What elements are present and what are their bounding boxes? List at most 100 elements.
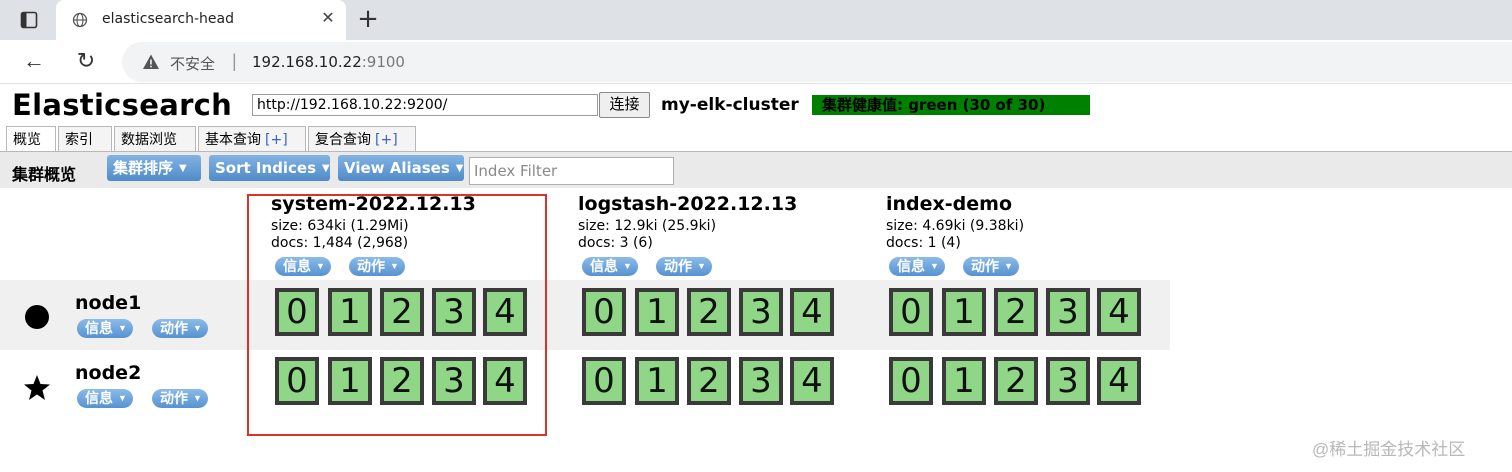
tab-label: 数据浏览 [121, 131, 177, 147]
shard-box[interactable]: 0 [582, 288, 626, 336]
shard-box[interactable]: 3 [1046, 288, 1090, 336]
node-info-button[interactable]: 信息 ▼ [77, 319, 133, 338]
url-host: 192.168.10.22 [252, 53, 362, 71]
warning-icon[interactable] [142, 53, 160, 71]
globe-icon [72, 12, 88, 28]
browser-toolbar: ← ↻ 不安全 | 192.168.10.22:9100 [0, 40, 1512, 84]
index-name: logstash-2022.12.13 [578, 193, 798, 215]
sort-cluster-label: 集群排序 [113, 159, 174, 177]
index-info-button[interactable]: 信息 ▼ [582, 257, 638, 276]
url-port: :9100 [361, 53, 405, 71]
shard-box[interactable]: 0 [582, 357, 626, 405]
caret-down-icon: ▼ [179, 163, 187, 174]
info-label: 信息 [85, 320, 113, 336]
tab-label: 概览 [13, 131, 41, 147]
caret-down-icon: ▼ [316, 261, 325, 271]
shard-box[interactable]: 2 [380, 357, 424, 405]
shard-box[interactable]: 1 [635, 357, 679, 405]
shard-box[interactable]: 0 [889, 288, 933, 336]
sort-cluster-button[interactable]: 集群排序 ▼ [107, 155, 201, 181]
tab-indices[interactable]: 索引 [58, 126, 112, 152]
shard-box[interactable]: 2 [380, 288, 424, 336]
info-label: 信息 [897, 258, 925, 274]
shard-box[interactable]: 4 [1097, 288, 1141, 336]
connect-url-input[interactable] [252, 94, 598, 116]
index-action-button[interactable]: 动作 ▼ [656, 257, 712, 276]
shard-box[interactable]: 0 [889, 357, 933, 405]
index-action-button[interactable]: 动作 ▼ [349, 257, 405, 276]
tab-label: 索引 [65, 131, 93, 147]
address-bar[interactable]: 不安全 | 192.168.10.22:9100 [122, 42, 1512, 82]
info-label: 信息 [85, 390, 113, 406]
browser-tab-strip: elasticsearch-head ✕ + [0, 0, 1512, 40]
caret-down-icon: ▼ [623, 261, 632, 271]
shard-box[interactable]: 3 [432, 357, 476, 405]
reload-button[interactable]: ↻ [72, 48, 100, 76]
shard-box[interactable]: 4 [1097, 357, 1141, 405]
shard-box[interactable]: 3 [432, 288, 476, 336]
caret-down-icon: ▼ [930, 261, 939, 271]
action-label: 动作 [160, 390, 188, 406]
new-tab-button[interactable]: + [354, 6, 382, 34]
view-aliases-label: View Aliases [344, 159, 450, 177]
tab-label: 基本查询 [205, 131, 261, 147]
node-name: node2 [75, 362, 142, 384]
index-action-button[interactable]: 动作 ▼ [963, 257, 1019, 276]
action-label: 动作 [664, 258, 692, 274]
index-filter-input[interactable] [469, 157, 674, 185]
caret-down-icon: ▼ [697, 261, 706, 271]
connect-button[interactable]: 连接 [599, 92, 650, 118]
node-info-button[interactable]: 信息 ▼ [77, 389, 133, 408]
shard-box[interactable]: 1 [635, 288, 679, 336]
shard-box[interactable]: 4 [790, 357, 834, 405]
shard-box[interactable]: 3 [739, 288, 783, 336]
cluster-health-badge: 集群健康值: green (30 of 30) [812, 95, 1090, 115]
shard-box[interactable]: 3 [739, 357, 783, 405]
index-info-button[interactable]: 信息 ▼ [889, 257, 945, 276]
watermark: @稀土掘金技术社区 [1312, 440, 1466, 459]
shard-box[interactable]: 4 [790, 288, 834, 336]
action-label: 动作 [971, 258, 999, 274]
shard-box[interactable]: 0 [275, 357, 319, 405]
shard-box[interactable]: 1 [942, 288, 986, 336]
tab-plus[interactable]: [+] [375, 132, 398, 148]
tab-overview[interactable]: 概览 [6, 126, 56, 153]
back-button[interactable]: ← [20, 48, 48, 76]
not-secure-label: 不安全 [170, 56, 216, 73]
shard-box[interactable]: 4 [483, 288, 527, 336]
index-name: system-2022.12.13 [271, 193, 476, 215]
shard-box[interactable]: 1 [942, 357, 986, 405]
caret-down-icon: ▼ [390, 261, 399, 271]
node-action-button[interactable]: 动作 ▼ [152, 319, 208, 338]
caret-down-icon: ▼ [322, 163, 330, 174]
shard-box[interactable]: 1 [328, 357, 372, 405]
action-label: 动作 [160, 320, 188, 336]
node-action-button[interactable]: 动作 ▼ [152, 389, 208, 408]
url-text[interactable]: 192.168.10.22:9100 [252, 53, 405, 71]
circle-icon [25, 305, 49, 329]
index-info-button[interactable]: 信息 ▼ [275, 257, 331, 276]
tab-basic-query[interactable]: 基本查询 [+] [198, 126, 306, 152]
shard-box[interactable]: 4 [483, 357, 527, 405]
tab-plus[interactable]: [+] [265, 132, 288, 148]
overview-toolbar: 集群概览 集群排序 ▼ Sort Indices ▼ View Aliases ▼ [0, 152, 1512, 188]
shard-box[interactable]: 2 [687, 357, 731, 405]
index-docs: docs: 1,484 (2,968) [271, 235, 409, 251]
browser-tab[interactable]: elasticsearch-head ✕ [56, 0, 346, 40]
shard-box[interactable]: 2 [687, 288, 731, 336]
shard-box[interactable]: 1 [328, 288, 372, 336]
shard-box[interactable]: 0 [275, 288, 319, 336]
shard-box[interactable]: 2 [994, 288, 1038, 336]
node-name: node1 [75, 292, 142, 314]
close-icon[interactable]: ✕ [318, 9, 338, 29]
shard-box[interactable]: 3 [1046, 357, 1090, 405]
tab-actions-icon[interactable] [14, 8, 44, 32]
info-label: 信息 [590, 258, 618, 274]
shard-box[interactable]: 2 [994, 357, 1038, 405]
sort-indices-button[interactable]: Sort Indices ▼ [209, 155, 330, 181]
tab-browser[interactable]: 数据浏览 [114, 126, 196, 152]
view-aliases-button[interactable]: View Aliases ▼ [338, 155, 464, 181]
caret-down-icon: ▼ [193, 393, 202, 403]
caret-down-icon: ▼ [118, 323, 127, 333]
tab-compound-query[interactable]: 复合查询 [+] [308, 126, 416, 152]
